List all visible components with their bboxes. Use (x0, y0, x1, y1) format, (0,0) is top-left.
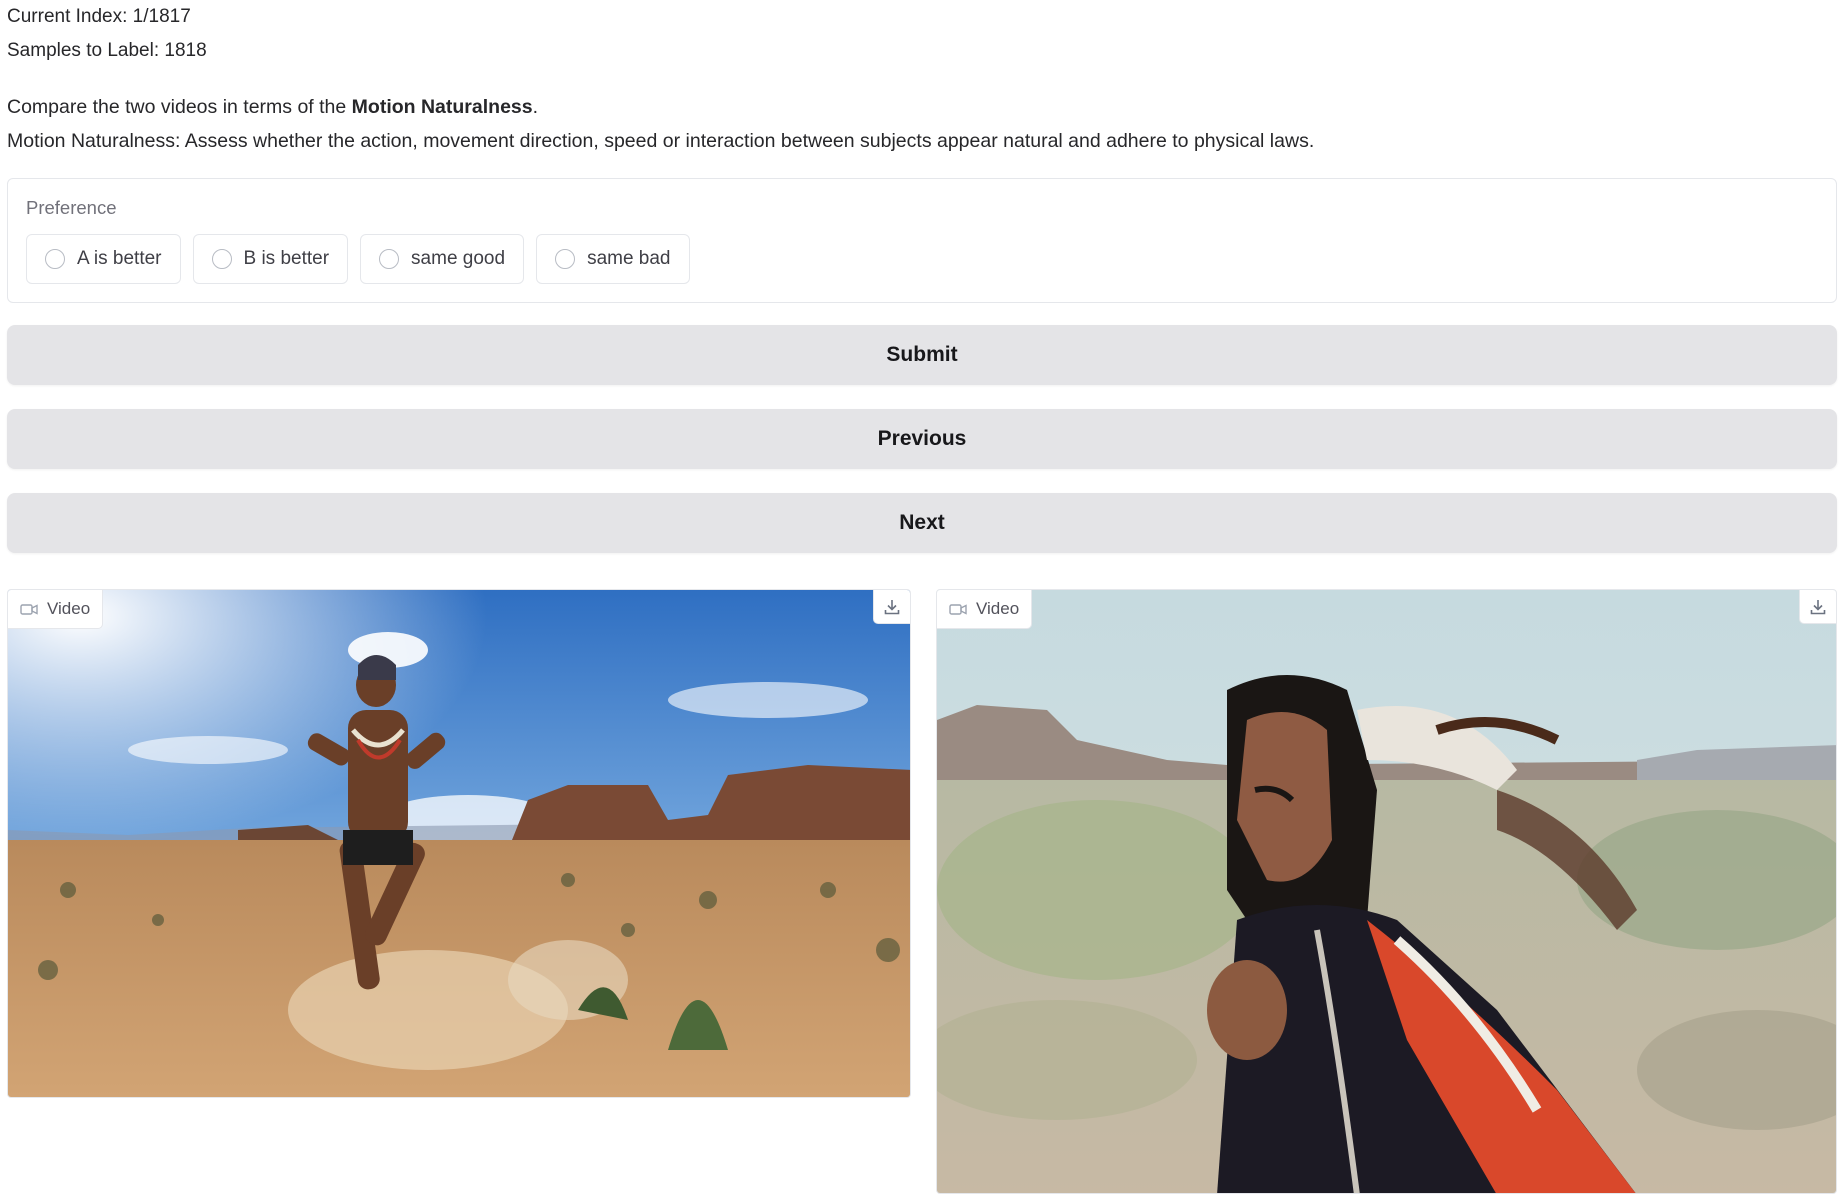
download-icon[interactable] (883, 598, 901, 616)
video-b-player[interactable]: Video (936, 589, 1837, 1194)
radio-same-good[interactable] (379, 249, 400, 269)
option-label: same bad (587, 248, 671, 269)
task-prompt: Compare the two videos in terms of the M… (7, 90, 1837, 124)
option-label: B is better (243, 248, 330, 269)
radio-same-bad[interactable] (555, 249, 576, 269)
task-instructions: Compare the two videos in terms of the M… (7, 90, 1837, 158)
radio-a-is-better[interactable] (45, 249, 65, 269)
video-b-download-button[interactable] (1799, 590, 1836, 624)
video-b-badge-label: Video (976, 599, 1020, 618)
progress-info: Current Index: 1/1817 Samples to Label: … (7, 0, 1837, 68)
option-a-is-better[interactable]: A is better (26, 234, 181, 284)
option-same-good[interactable]: same good (360, 234, 525, 284)
previous-button[interactable]: Previous (7, 409, 1837, 469)
task-prompt-prefix: Compare the two videos in terms of the (7, 96, 352, 118)
preference-options: A is better B is better same good same b… (26, 234, 1818, 284)
video-b-badge: Video (937, 590, 1033, 629)
next-button[interactable]: Next (7, 493, 1837, 553)
option-label: A is better (77, 248, 162, 269)
preference-label: Preference (26, 197, 117, 218)
radio-b-is-better[interactable] (211, 249, 232, 269)
task-prompt-suffix: . (532, 96, 539, 118)
task-criterion: Motion Naturalness (351, 96, 533, 118)
video-a-frame[interactable] (8, 590, 911, 1098)
labeling-app: Current Index: 1/1817 Samples to Label: … (7, 0, 1837, 553)
option-b-is-better[interactable]: B is better (192, 234, 349, 284)
submit-button[interactable]: Submit (7, 325, 1837, 385)
current-index: Current Index: 1/1817 (7, 6, 191, 27)
option-same-bad[interactable]: same bad (536, 234, 690, 284)
samples-to-label: Samples to Label: 1818 (7, 40, 207, 61)
video-a-player[interactable]: Video (7, 589, 911, 1098)
video-a-download-button[interactable] (873, 590, 910, 624)
video-comparison: Video Video (7, 589, 1837, 1194)
option-label: same good (411, 248, 506, 269)
download-icon[interactable] (1809, 598, 1827, 616)
video-camera-icon (20, 603, 38, 615)
preference-group: Preference A is better B is better same … (7, 178, 1837, 303)
video-b-frame[interactable] (937, 590, 1837, 1194)
video-a-badge: Video (8, 590, 104, 629)
video-camera-icon (949, 603, 967, 615)
task-description: Motion Naturalness: Assess whether the a… (7, 130, 1315, 152)
video-a-badge-label: Video (47, 599, 91, 618)
